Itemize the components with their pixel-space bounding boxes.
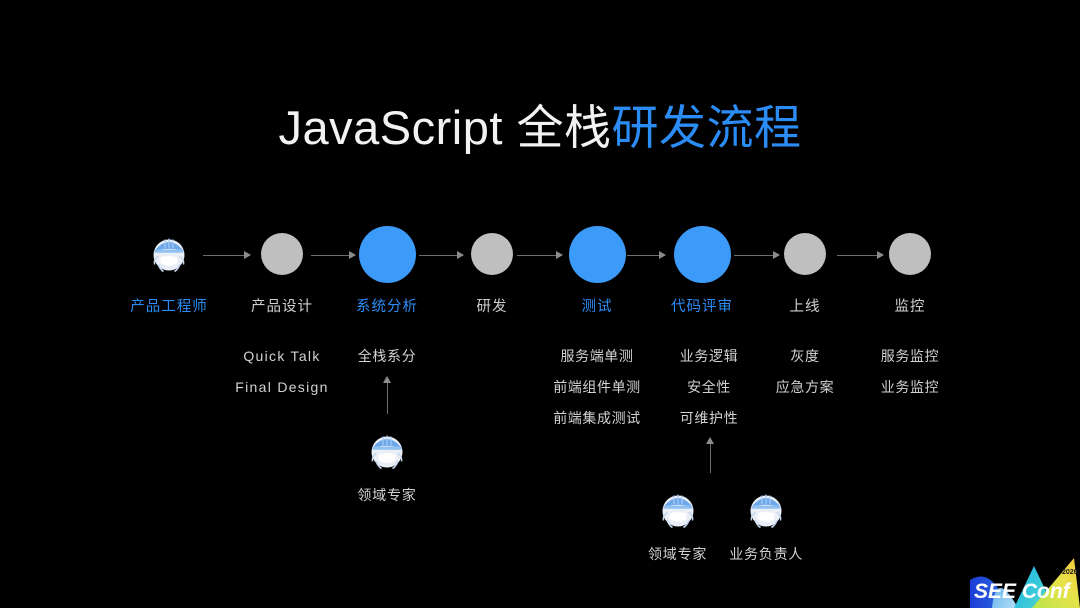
flow-node-monitoring[interactable]: 监控 xyxy=(845,222,975,316)
flow-arrow-5 xyxy=(627,250,666,260)
flow-node-label: 监控 xyxy=(894,299,926,315)
role-marker-system-analysis[interactable]: 领域专家 xyxy=(332,428,442,505)
gray-circle-icon xyxy=(784,233,826,275)
blue-circle-icon xyxy=(568,225,626,283)
details-system-analysis: 全栈系分 xyxy=(307,341,467,372)
slide-root: JavaScript 全栈研发流程 产品工程师 产品设计 系统分析 研发 测试 … xyxy=(0,0,1080,608)
gray-circle-icon xyxy=(261,233,303,275)
arrow-line xyxy=(517,254,557,256)
logo-superscript: 2020 xyxy=(1062,569,1078,576)
flow-node-label: 产品工程师 xyxy=(130,299,208,315)
gray-circle-icon xyxy=(471,233,513,275)
arrow-line xyxy=(734,254,774,256)
engineer-avatar-icon xyxy=(146,231,192,277)
arrow-line xyxy=(386,382,388,414)
domain-expert-avatar-icon xyxy=(364,428,410,474)
role-label: 业务负责人 xyxy=(729,546,804,562)
role-markers-code-review: 领域专家 业务负责人 xyxy=(648,487,803,564)
detail-line: 服务监控 xyxy=(880,348,940,364)
role-marker-business-owner[interactable]: 业务负责人 xyxy=(729,487,803,564)
flow-arrow-1 xyxy=(203,250,251,260)
arrow-line xyxy=(203,254,245,256)
flow-arrow-7 xyxy=(837,250,884,260)
process-flow-diagram: 产品工程师 产品设计 系统分析 研发 测试 代码评审 上线 监控 Quick T… xyxy=(0,0,1080,608)
detail-line: 业务监控 xyxy=(880,379,940,395)
detail-line: Final Design xyxy=(235,379,329,395)
arrow-head-icon xyxy=(659,251,666,259)
flow-node-product-engineer[interactable]: 产品工程师 xyxy=(104,222,234,316)
arrow-head-icon xyxy=(349,251,356,259)
flow-arrow-4 xyxy=(517,250,563,260)
domain-expert-avatar-icon xyxy=(655,487,701,533)
flow-arrow-2 xyxy=(311,250,356,260)
arrow-line xyxy=(311,254,350,256)
arrow-head-icon xyxy=(457,251,464,259)
arrow-head-icon xyxy=(244,251,251,259)
see-conf-logo: SEE Conf 2020 xyxy=(962,546,1080,608)
role-label: 领域专家 xyxy=(357,487,417,503)
role-arrow-code-review xyxy=(705,437,715,473)
arrow-head-icon xyxy=(877,251,884,259)
role-marker-domain-expert[interactable]: 领域专家 xyxy=(648,487,707,564)
details-monitoring: 服务监控 业务监控 xyxy=(830,341,990,403)
role-label: 领域专家 xyxy=(648,546,708,562)
logo-text: SEE Conf xyxy=(974,580,1072,603)
detail-line: 可维护性 xyxy=(679,410,739,426)
blue-circle-icon xyxy=(358,225,416,283)
arrow-line xyxy=(837,254,878,256)
gray-circle-icon xyxy=(889,233,931,275)
arrow-line xyxy=(627,254,660,256)
detail-line: 全栈系分 xyxy=(357,348,417,364)
arrow-head-icon xyxy=(706,437,714,444)
arrow-head-icon xyxy=(383,376,391,383)
blue-circle-icon xyxy=(673,225,731,283)
business-owner-avatar-icon xyxy=(743,487,789,533)
role-arrow-system-analysis xyxy=(382,376,392,414)
arrow-line xyxy=(709,443,711,473)
arrow-head-icon xyxy=(773,251,780,259)
arrow-head-icon xyxy=(556,251,563,259)
flow-arrow-6 xyxy=(734,250,780,260)
flow-arrow-3 xyxy=(419,250,464,260)
arrow-line xyxy=(419,254,458,256)
